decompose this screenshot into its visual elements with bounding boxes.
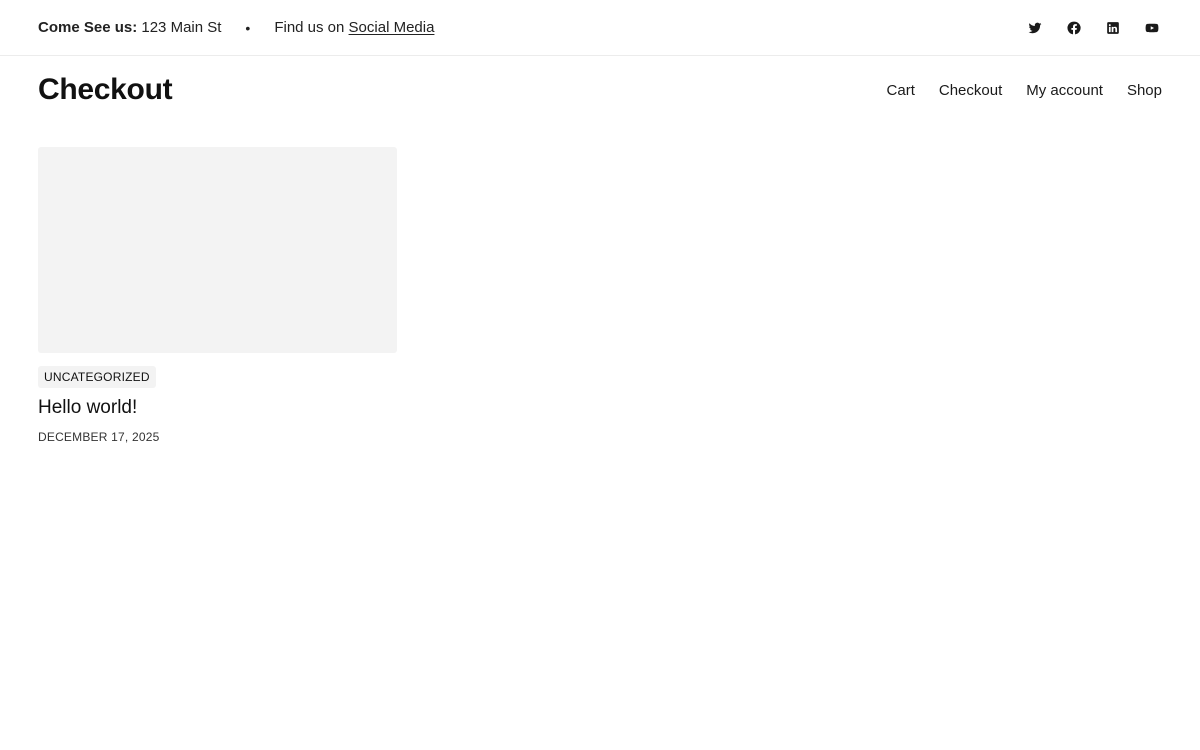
site-title[interactable]: Checkout [38,73,173,107]
post-thumbnail-placeholder[interactable] [38,147,397,353]
separator-bullet: • [245,19,251,36]
post-title[interactable]: Hello world! [38,397,397,419]
address-value: 123 Main St [141,19,222,36]
nav-item-cart[interactable]: Cart [887,82,915,99]
youtube-icon[interactable] [1141,17,1162,38]
linkedin-icon[interactable] [1102,17,1123,38]
social-media-link[interactable]: Social Media [349,19,435,36]
primary-nav: Cart Checkout My account Shop [887,82,1162,99]
nav-item-checkout[interactable]: Checkout [939,82,1002,99]
facebook-icon[interactable] [1063,17,1084,38]
main-content: UNCATEGORIZED Hello world! DECEMBER 17, … [0,124,1200,444]
social-icons [1024,17,1162,38]
post-card: UNCATEGORIZED Hello world! DECEMBER 17, … [38,147,397,444]
site-header: Checkout Cart Checkout My account Shop [0,56,1200,124]
twitter-icon[interactable] [1024,17,1045,38]
nav-item-shop[interactable]: Shop [1127,82,1162,99]
nav-item-my-account[interactable]: My account [1026,82,1103,99]
contact-info: Come See us: 123 Main St • Find us on So… [38,19,434,36]
post-category-badge[interactable]: UNCATEGORIZED [38,366,156,388]
post-date: DECEMBER 17, 2025 [38,430,160,444]
top-bar: Come See us: 123 Main St • Find us on So… [0,0,1200,56]
find-us-text: Find us on [274,19,345,36]
address-label: Come See us: [38,19,138,36]
